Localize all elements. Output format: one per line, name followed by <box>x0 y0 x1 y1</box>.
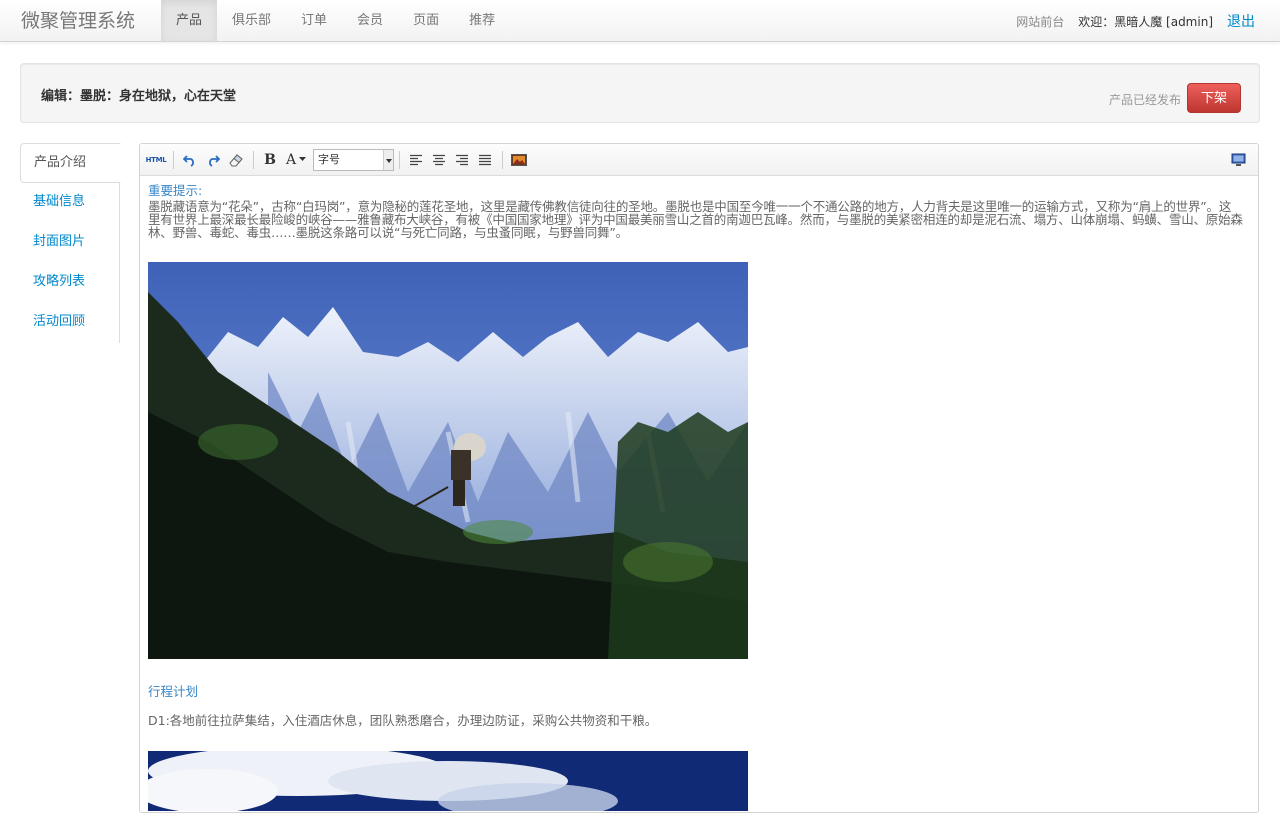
tab-basic-info[interactable]: 基础信息 <box>20 183 119 223</box>
html-icon[interactable]: HTML <box>145 149 167 171</box>
page-title: 编辑：墨脱：身在地狱，心在天堂 <box>41 89 237 104</box>
nav-item-pages[interactable]: 页面 <box>398 0 454 41</box>
nav-item-products[interactable]: 产品 <box>161 0 218 41</box>
chevron-down-icon <box>383 149 393 170</box>
itinerary-heading: 行程计划 <box>148 684 199 699</box>
editor-content[interactable]: 重要提示: 墨脱藏语意为“花朵”，古称“白玛岗”，意为隐秘的莲花圣地，这里是藏传… <box>140 176 1258 811</box>
font-size-value: 字号 <box>318 152 340 166</box>
brand-logo[interactable]: 微聚管理系统 <box>21 0 135 42</box>
welcome-text: 欢迎：黑暗人魔 [admin] <box>1078 14 1213 29</box>
image-icon[interactable] <box>508 149 530 171</box>
font-size-select[interactable]: 字号 <box>313 148 394 171</box>
nav-item-members[interactable]: 会员 <box>342 0 398 41</box>
toolbar-divider <box>253 150 254 169</box>
itinerary-day1: D1:各地前往拉萨集结，入住酒店休息，团队熟悉磨合，办理边防证，采购公共物资和干… <box>148 713 658 728</box>
rich-text-editor: HTML B A 字号 重要提示: 墨脱藏语意为“花朵”，古称“白玛岗”，意为隐… <box>139 143 1259 813</box>
top-navbar: 微聚管理系统 产品 俱乐部 订单 会员 页面 推荐 网站前台 欢迎：黑暗人魔 [… <box>0 0 1280 42</box>
align-right-icon[interactable] <box>451 149 473 171</box>
offline-button[interactable]: 下架 <box>1187 83 1241 113</box>
fullscreen-icon[interactable] <box>1227 149 1249 171</box>
notice-heading: 重要提示: <box>148 183 203 198</box>
eraser-icon[interactable] <box>225 149 247 171</box>
tab-event-review[interactable]: 活动回顾 <box>20 303 119 343</box>
main-nav: 产品 俱乐部 订单 会员 页面 推荐 <box>161 0 510 41</box>
sky-photo <box>148 751 748 811</box>
side-tabs: 产品介绍 基础信息 封面图片 攻略列表 活动回顾 <box>20 143 121 343</box>
redo-icon[interactable] <box>202 149 224 171</box>
undo-icon[interactable] <box>179 149 201 171</box>
edit-header: 编辑：墨脱：身在地狱，心在天堂 产品已经发布 下架 <box>20 63 1260 123</box>
nav-item-clubs[interactable]: 俱乐部 <box>217 0 286 41</box>
align-justify-icon[interactable] <box>474 149 496 171</box>
tab-cover-image[interactable]: 封面图片 <box>20 223 119 263</box>
intro-paragraph: 墨脱藏语意为“花朵”，古称“白玛岗”，意为隐秘的莲花圣地，这里是藏传佛教信徒向往… <box>148 199 1243 240</box>
logout-link[interactable]: 退出 <box>1227 11 1255 31</box>
mountain-porter-photo <box>148 262 748 659</box>
publish-status: 产品已经发布 <box>1108 93 1181 107</box>
align-left-icon[interactable] <box>405 149 427 171</box>
font-color-icon[interactable]: A <box>282 149 310 171</box>
frontend-link[interactable]: 网站前台 <box>1016 13 1064 30</box>
nav-item-orders[interactable]: 订单 <box>286 0 342 41</box>
bold-icon[interactable]: B <box>259 149 281 171</box>
toolbar-divider <box>502 150 503 169</box>
nav-item-recommend[interactable]: 推荐 <box>454 0 510 41</box>
editor-toolbar: HTML B A 字号 <box>140 144 1258 176</box>
align-center-icon[interactable] <box>428 149 450 171</box>
user-bar: 网站前台 欢迎：黑暗人魔 [admin] 退出 <box>1016 0 1255 42</box>
tab-guide-list[interactable]: 攻略列表 <box>20 263 119 303</box>
html-icon-label: HTML <box>145 155 167 164</box>
toolbar-divider <box>399 150 400 169</box>
tab-product-intro[interactable]: 产品介绍 <box>20 143 121 183</box>
toolbar-divider <box>173 150 174 169</box>
